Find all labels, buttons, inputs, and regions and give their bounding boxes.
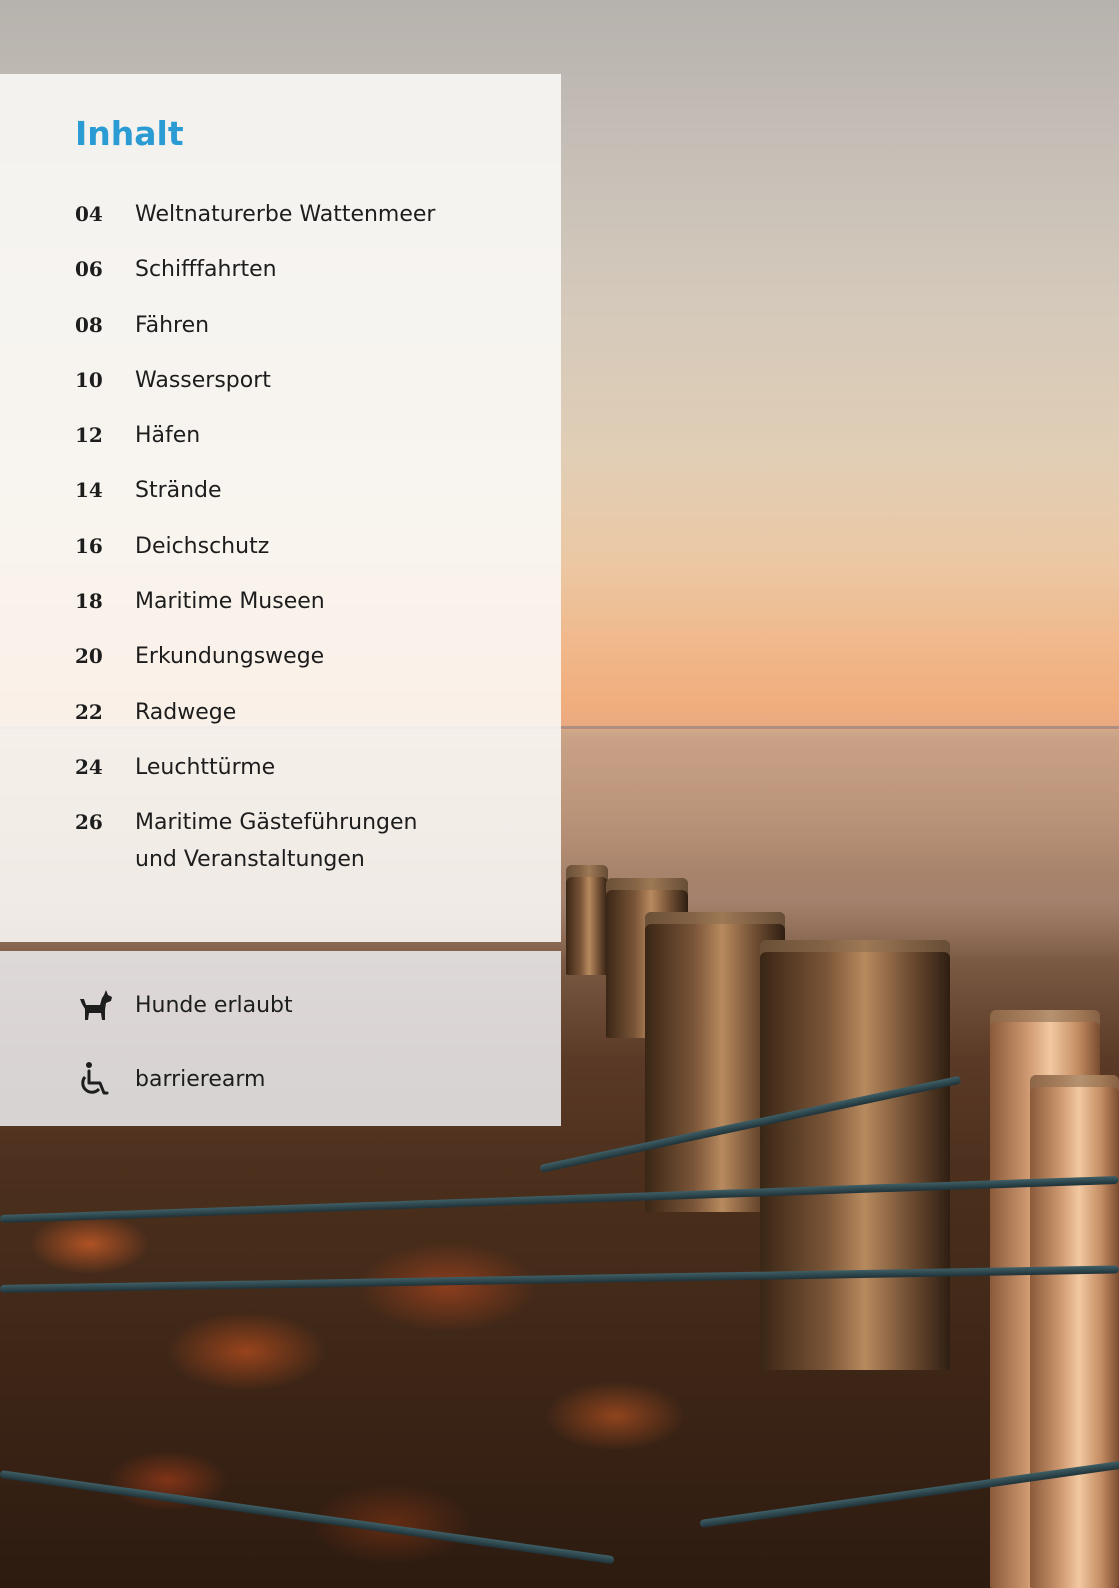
toc-item-label: Maritime Museen xyxy=(135,589,325,615)
toc-item-label: Erkundungswege xyxy=(135,644,325,670)
toc-page-number: 08 xyxy=(75,312,103,337)
toc-item-label: Leuchttürme xyxy=(135,754,276,780)
toc-item: 10 Wassersport xyxy=(75,362,545,417)
toc-item-label: Schifffahrten xyxy=(135,257,277,283)
toc-page-number: 16 xyxy=(75,533,103,558)
toc-item: 06 Schifffahrten xyxy=(75,251,545,306)
toc-item: 24 Leuchttürme xyxy=(75,749,545,804)
toc-page-number: 12 xyxy=(75,423,103,448)
toc-page-number: 20 xyxy=(75,644,103,669)
toc-page-number: 18 xyxy=(75,589,103,614)
legend-label: Hunde erlaubt xyxy=(135,993,293,1018)
toc-item-label: Weltnaturerbe Wattenmeer xyxy=(135,202,436,227)
wheelchair-icon xyxy=(75,1060,115,1100)
toc-item: 04 Weltnaturerbe Wattenmeer xyxy=(75,196,545,251)
toc-item-label: Wassersport xyxy=(135,367,271,393)
toc-item: 20 Erkundungswege xyxy=(75,638,545,693)
dog-icon xyxy=(75,986,115,1026)
toc-page-number: 06 xyxy=(75,257,103,282)
toc-item-label: Radwege xyxy=(135,699,237,725)
toc-page-number: 22 xyxy=(75,699,103,724)
toc-page-number: 04 xyxy=(75,202,103,226)
toc-item-label: Häfen xyxy=(135,423,201,449)
toc-page-number: 24 xyxy=(75,754,103,779)
toc-item: 14 Strände xyxy=(75,472,545,527)
toc-item: 16 Deichschutz xyxy=(75,528,545,583)
legend-label: barrierearm xyxy=(135,1067,266,1092)
toc-item-label: Fähren xyxy=(135,312,210,338)
groyne-post xyxy=(760,940,950,1370)
toc-item: 08 Fähren xyxy=(75,307,545,362)
toc-page-number: 10 xyxy=(75,367,103,392)
legend-item-accessible: barrierearm xyxy=(75,1060,265,1100)
toc-item: 26 Maritime Gästeführungen und Veranstalt… xyxy=(75,804,545,878)
toc-item: 22 Radwege xyxy=(75,694,545,749)
toc-item: 18 Maritime Museen xyxy=(75,583,545,638)
toc-item-label: Deichschutz xyxy=(135,533,270,559)
groyne-post xyxy=(1030,1075,1119,1588)
toc-title: Inhalt xyxy=(75,114,184,153)
toc-list: 04 Weltnaturerbe Wattenmeer 06 Schifffahrte… xyxy=(75,196,545,878)
groyne-post xyxy=(566,865,608,975)
toc-item-label: Maritime Gästeführungen und Veranstaltun… xyxy=(135,810,418,873)
toc-item-label: Strände xyxy=(135,478,222,504)
toc-page-number: 14 xyxy=(75,478,103,503)
legend-item-dogs: Hunde erlaubt xyxy=(75,986,293,1026)
toc-item: 12 Häfen xyxy=(75,417,545,472)
seaweed-foreground xyxy=(0,1158,1119,1588)
toc-page-number: 26 xyxy=(75,810,103,835)
